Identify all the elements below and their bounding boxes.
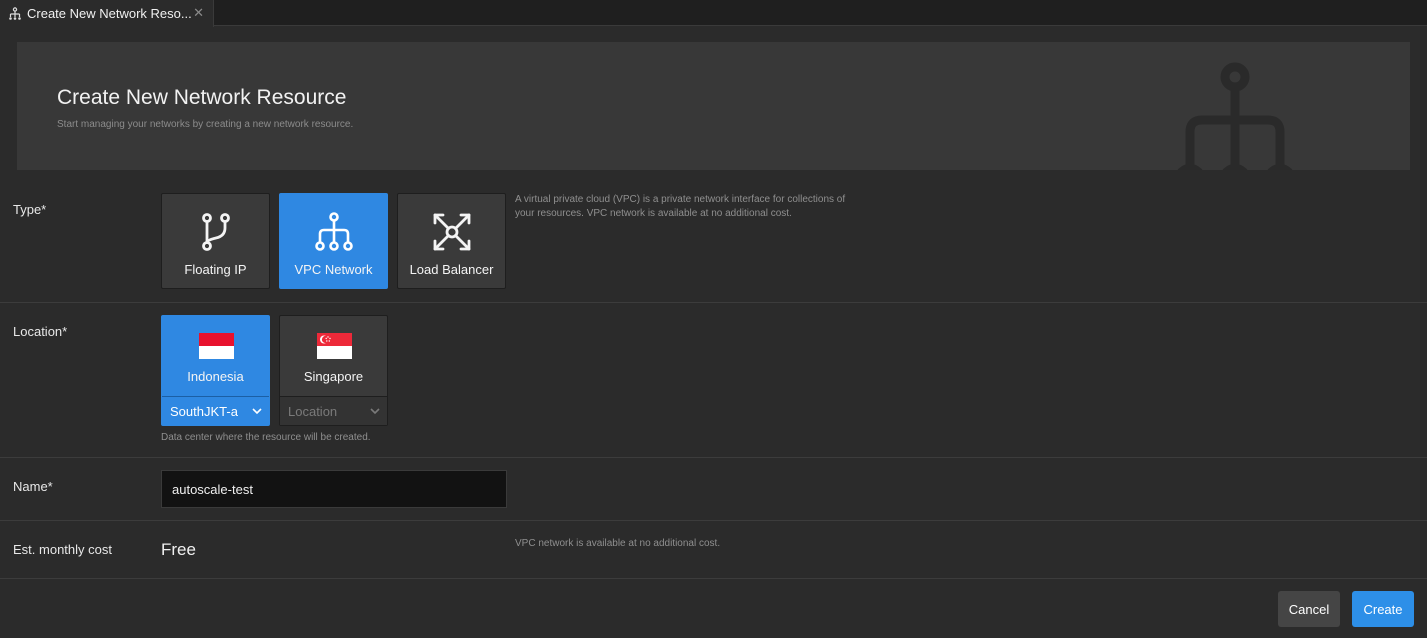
type-description: A virtual private cloud (VPC) is a priva… bbox=[515, 194, 846, 219]
header-banner: Create New Network Resource Start managi… bbox=[17, 42, 1410, 170]
tab-title: Create New Network Reso... bbox=[27, 6, 192, 21]
network-icon bbox=[9, 6, 21, 20]
name-label: Name* bbox=[13, 479, 53, 494]
type-label: Type* bbox=[13, 202, 47, 217]
load-balancer-icon bbox=[433, 213, 470, 251]
zone-select-indonesia[interactable]: SouthJKT-a bbox=[162, 396, 269, 425]
type-option-load-balancer[interactable]: Load Balancer bbox=[397, 193, 506, 289]
chevron-down-icon bbox=[252, 408, 262, 415]
page-subtitle: Start managing your networks by creating… bbox=[57, 119, 354, 130]
type-option-label: Floating IP bbox=[184, 262, 247, 277]
zone-select-value: SouthJKT-a bbox=[170, 404, 238, 419]
location-option-label: Indonesia bbox=[187, 369, 244, 384]
type-option-vpc-network[interactable]: VPC Network bbox=[279, 193, 388, 289]
page-title: Create New Network Resource bbox=[57, 86, 347, 109]
zone-select-placeholder: Location bbox=[288, 404, 338, 419]
cost-note: VPC network is available at no additiona… bbox=[515, 538, 721, 549]
location-label: Location* bbox=[13, 324, 68, 339]
type-option-label: Load Balancer bbox=[409, 262, 494, 277]
type-option-label: VPC Network bbox=[294, 262, 373, 277]
location-option-label: Singapore bbox=[303, 369, 364, 384]
indonesia-flag-icon bbox=[199, 333, 234, 359]
location-option-singapore[interactable]: Singapore Location bbox=[279, 315, 388, 426]
cost-value: Free bbox=[161, 540, 196, 559]
name-input[interactable] bbox=[161, 470, 507, 508]
location-help-text: Data center where the resource will be c… bbox=[161, 432, 371, 443]
zone-select-singapore[interactable]: Location bbox=[280, 396, 387, 425]
tab-create-network-resource[interactable]: Create New Network Reso... ✕ bbox=[0, 0, 214, 27]
chevron-down-icon bbox=[370, 408, 380, 415]
type-option-floating-ip[interactable]: Floating IP bbox=[161, 193, 270, 289]
tab-bar: Create New Network Reso... ✕ bbox=[0, 0, 1427, 27]
close-icon[interactable]: ✕ bbox=[193, 5, 204, 21]
location-option-indonesia[interactable]: Indonesia SouthJKT-a bbox=[161, 315, 270, 426]
fork-icon bbox=[201, 213, 230, 251]
divider bbox=[0, 520, 1427, 521]
cancel-button[interactable]: Cancel bbox=[1278, 591, 1340, 627]
cost-label: Est. monthly cost bbox=[13, 542, 112, 557]
create-button[interactable]: Create bbox=[1352, 591, 1414, 627]
divider bbox=[0, 302, 1427, 303]
divider bbox=[0, 457, 1427, 458]
network-illustration-icon bbox=[1177, 62, 1293, 170]
footer bbox=[0, 579, 1427, 638]
singapore-flag-icon bbox=[317, 333, 352, 359]
network-tree-icon bbox=[314, 212, 353, 251]
